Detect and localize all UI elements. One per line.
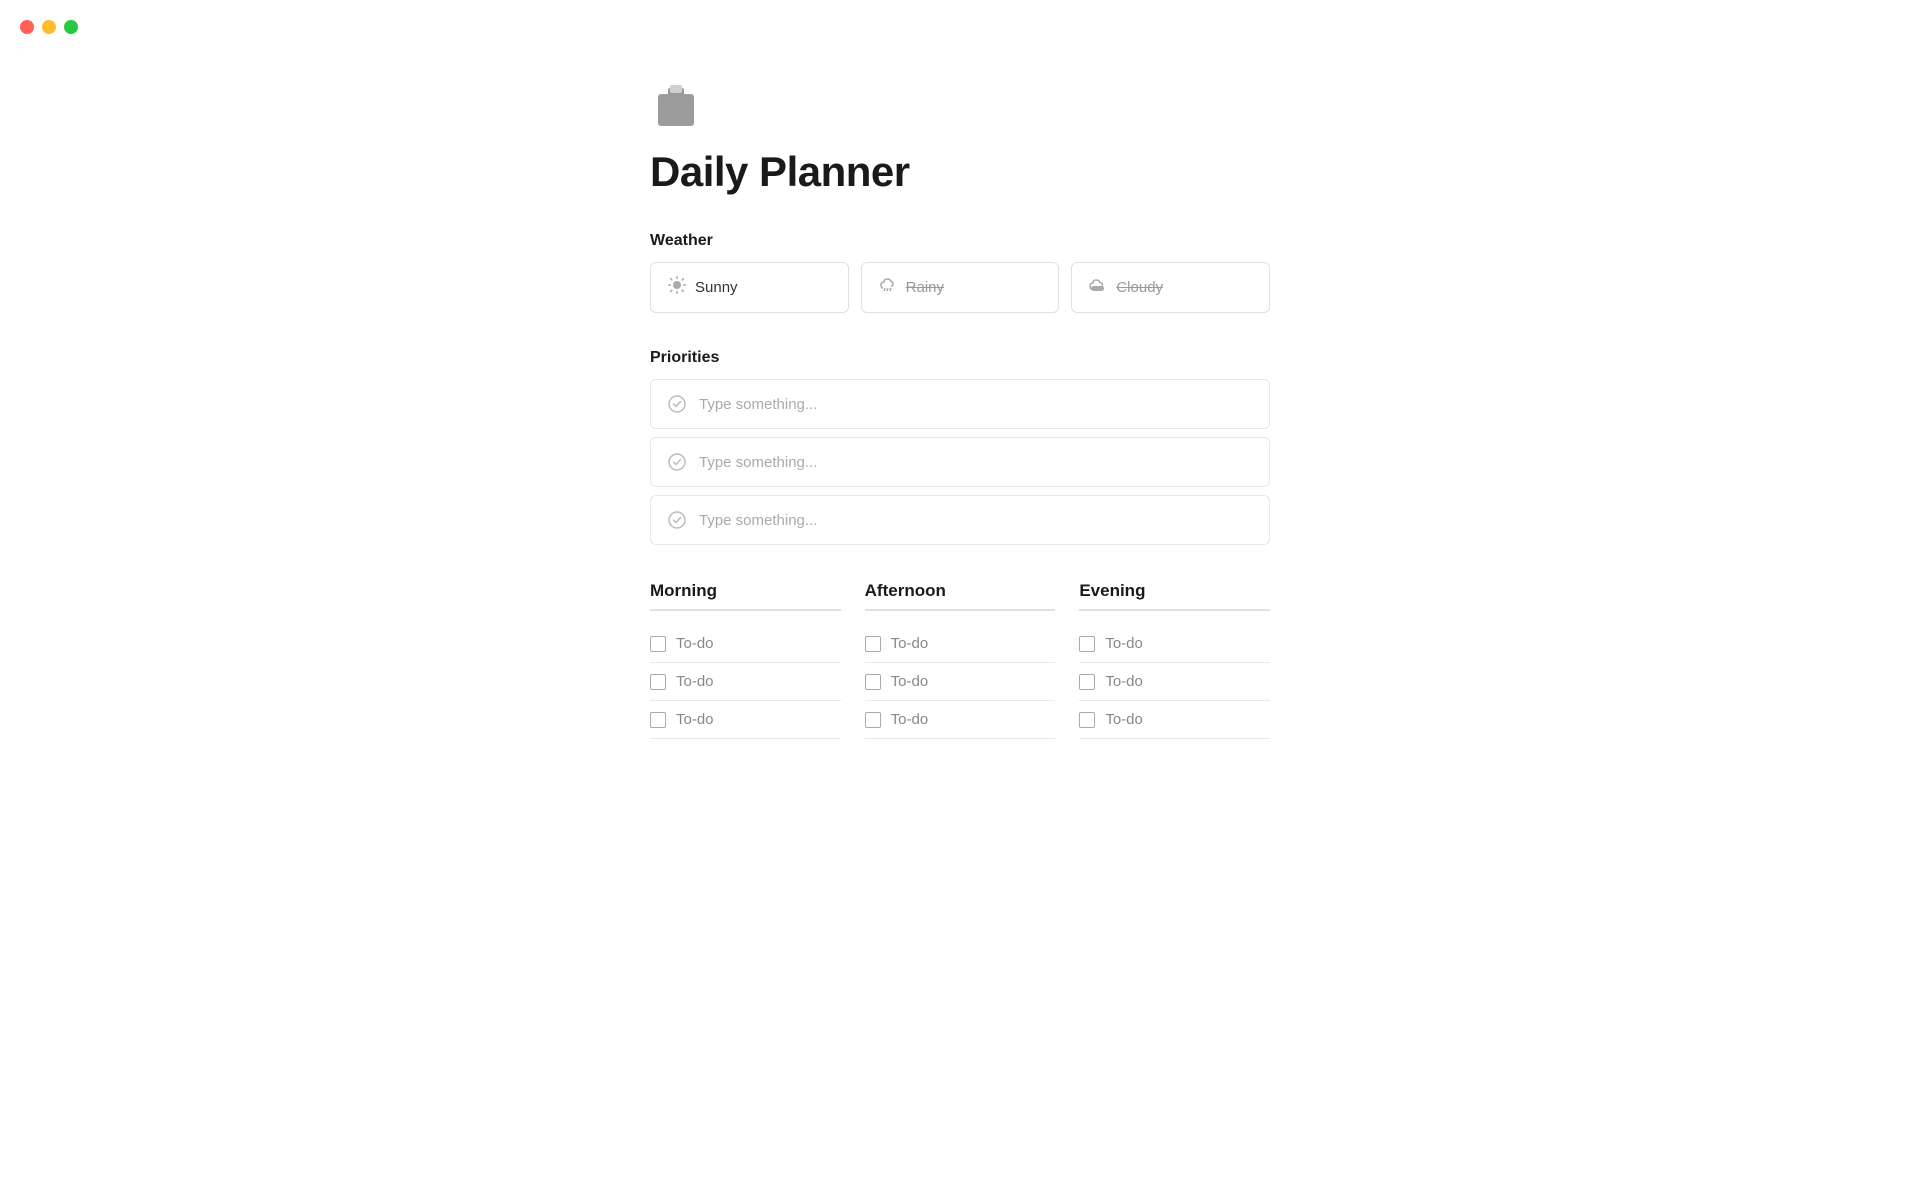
morning-todo-1[interactable]: To-do — [650, 625, 841, 663]
schedule-section: Morning To-do To-do To-do Afternoon — [650, 581, 1270, 739]
page-icon — [650, 80, 702, 132]
morning-title: Morning — [650, 581, 841, 611]
rainy-label: Rainy — [906, 279, 944, 296]
afternoon-todo-label-2: To-do — [891, 673, 929, 690]
close-button[interactable] — [20, 20, 34, 34]
afternoon-checkbox-1[interactable] — [865, 636, 881, 652]
priority-input-2[interactable] — [699, 454, 1253, 471]
afternoon-column: Afternoon To-do To-do To-do — [865, 581, 1056, 739]
evening-todo-label-2: To-do — [1105, 673, 1143, 690]
priority-check-icon-2 — [667, 452, 687, 472]
evening-todo-label-3: To-do — [1105, 711, 1143, 728]
evening-todo-1[interactable]: To-do — [1079, 625, 1270, 663]
cloudy-label: Cloudy — [1116, 279, 1163, 296]
morning-todo-label-3: To-do — [676, 711, 714, 728]
weather-option-cloudy[interactable]: Cloudy — [1071, 262, 1270, 313]
priorities-section: Priorities — [650, 349, 1270, 545]
afternoon-todo-2[interactable]: To-do — [865, 663, 1056, 701]
priority-check-icon-1 — [667, 394, 687, 414]
weather-section: Weather Sunny — [650, 232, 1270, 313]
priority-check-icon-3 — [667, 510, 687, 530]
weather-label: Weather — [650, 232, 1270, 250]
afternoon-checkbox-2[interactable] — [865, 674, 881, 690]
afternoon-todo-label-1: To-do — [891, 635, 929, 652]
morning-todo-label-1: To-do — [676, 635, 714, 652]
evening-checkbox-2[interactable] — [1079, 674, 1095, 690]
morning-column: Morning To-do To-do To-do — [650, 581, 841, 739]
morning-checkbox-2[interactable] — [650, 674, 666, 690]
weather-option-sunny[interactable]: Sunny — [650, 262, 849, 313]
evening-todo-label-1: To-do — [1105, 635, 1143, 652]
afternoon-todo-1[interactable]: To-do — [865, 625, 1056, 663]
evening-column: Evening To-do To-do To-do — [1079, 581, 1270, 739]
priority-input-3[interactable] — [699, 512, 1253, 529]
morning-todo-3[interactable]: To-do — [650, 701, 841, 739]
minimize-button[interactable] — [42, 20, 56, 34]
priority-input-1[interactable] — [699, 396, 1253, 413]
morning-checkbox-3[interactable] — [650, 712, 666, 728]
morning-checkbox-1[interactable] — [650, 636, 666, 652]
priority-item-1 — [650, 379, 1270, 429]
afternoon-todo-label-3: To-do — [891, 711, 929, 728]
evening-todo-3[interactable]: To-do — [1079, 701, 1270, 739]
evening-checkbox-1[interactable] — [1079, 636, 1095, 652]
afternoon-todo-3[interactable]: To-do — [865, 701, 1056, 739]
morning-todo-label-2: To-do — [676, 673, 714, 690]
main-content: Daily Planner Weather — [610, 0, 1310, 855]
priorities-label: Priorities — [650, 349, 1270, 367]
weather-option-rainy[interactable]: Rainy — [861, 262, 1060, 313]
maximize-button[interactable] — [64, 20, 78, 34]
cloudy-icon — [1088, 275, 1108, 300]
evening-title: Evening — [1079, 581, 1270, 611]
schedule-grid: Morning To-do To-do To-do Afternoon — [650, 581, 1270, 739]
evening-checkbox-3[interactable] — [1079, 712, 1095, 728]
evening-todo-2[interactable]: To-do — [1079, 663, 1270, 701]
priority-item-3 — [650, 495, 1270, 545]
morning-todo-2[interactable]: To-do — [650, 663, 841, 701]
page-title: Daily Planner — [650, 148, 1270, 196]
priority-item-2 — [650, 437, 1270, 487]
sunny-label: Sunny — [695, 279, 738, 296]
afternoon-title: Afternoon — [865, 581, 1056, 611]
weather-options: Sunny Rainy — [650, 262, 1270, 313]
rainy-icon — [878, 275, 898, 300]
afternoon-checkbox-3[interactable] — [865, 712, 881, 728]
sunny-icon — [667, 275, 687, 300]
traffic-lights — [20, 20, 78, 34]
